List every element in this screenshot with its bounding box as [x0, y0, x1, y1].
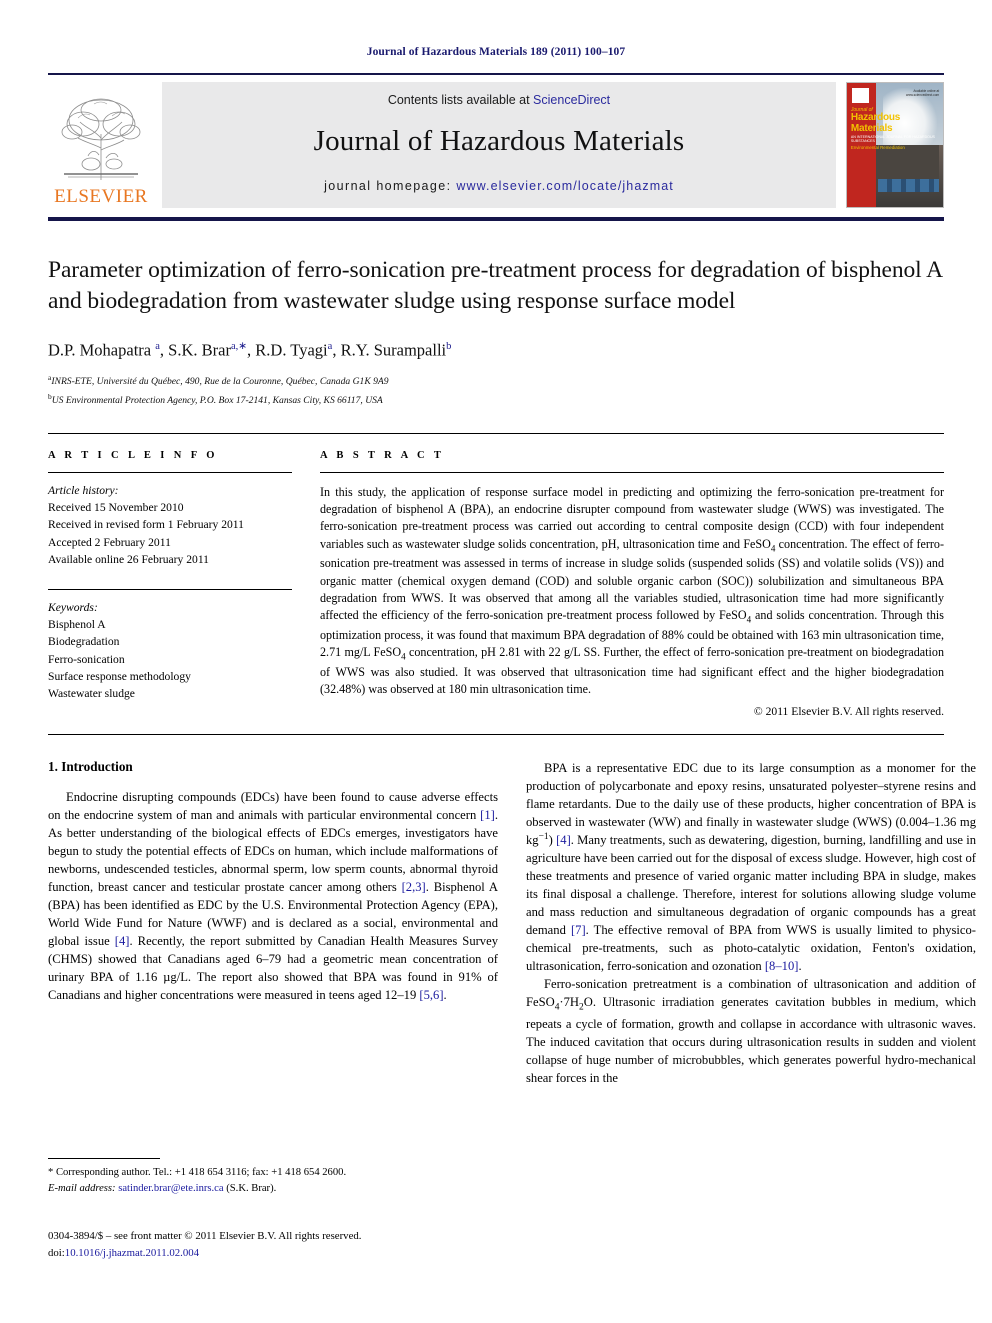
cover-corner-note: Available online at www.sciencedirect.co…: [906, 89, 940, 98]
cover-line-3: Materials: [850, 122, 893, 134]
keyword-item: Wastewater sludge: [48, 687, 135, 701]
abstract-column: A B S T R A C T In this study, the appli…: [320, 450, 944, 718]
journal-homepage-line: journal homepage: www.elsevier.com/locat…: [324, 179, 674, 193]
elsevier-logo: ELSEVIER: [48, 82, 154, 208]
journal-info-box: Contents lists available at ScienceDirec…: [162, 82, 836, 208]
footnote-rule: [48, 1158, 160, 1159]
history-item: Received in revised form 1 February 2011: [48, 518, 244, 532]
affiliation-item: aINRS-ETE, Université du Québec, 490, Ru…: [48, 372, 944, 390]
doi-link[interactable]: 10.1016/j.jhazmat.2011.02.004: [65, 1247, 199, 1259]
page-title: Parameter optimization of ferro-sonicati…: [48, 257, 942, 315]
keyword-item: Ferro-sonication: [48, 652, 125, 666]
article-history-block: Article history: Received 15 November 20…: [48, 482, 292, 569]
affiliation-item: bUS Environmental Protection Agency, P.O…: [48, 391, 944, 409]
body-column-left: 1. Introduction Endocrine disrupting com…: [48, 759, 498, 1087]
paper-page: Journal of Hazardous Materials 189 (2011…: [0, 0, 992, 1323]
intro-paragraph-right-1: BPA is a representative EDC due to its l…: [526, 760, 976, 973]
doi-line: doi:10.1016/j.jhazmat.2011.02.004: [48, 1245, 508, 1262]
running-head: Journal of Hazardous Materials 189 (2011…: [366, 46, 626, 58]
email-label: E-mail address:: [48, 1182, 116, 1194]
keyword-item: Surface response methodology: [48, 670, 191, 684]
keyword-item: Biodegradation: [48, 635, 120, 649]
cover-line-2: Hazardous: [850, 112, 901, 124]
contents-prefix: Contents lists available at: [387, 93, 534, 107]
history-item: Received 15 November 2010: [48, 500, 184, 514]
intro-paragraph-left-1: Endocrine disrupting compounds (EDCs) ha…: [48, 789, 499, 1002]
footnote-block: * Corresponding author. Tel.: +1 418 654…: [48, 1158, 498, 1197]
contents-available-line: Contents lists available at ScienceDirec…: [388, 93, 610, 107]
affiliation-list: aINRS-ETE, Université du Québec, 490, Ru…: [48, 372, 944, 408]
sciencedirect-link[interactable]: ScienceDirect: [533, 93, 610, 107]
journal-cover-thumbnail: Available online at www.sciencedirect.co…: [846, 82, 944, 208]
keywords-block: Keywords: Bisphenol A Biodegradation Fer…: [48, 599, 292, 703]
affiliation-text: INRS-ETE, Université du Québec, 490, Rue…: [51, 376, 389, 388]
doi-label: doi:: [48, 1246, 65, 1259]
homepage-url-link[interactable]: www.elsevier.com/locate/jhazmat: [456, 179, 674, 193]
info-abstract-bottom-rule: [48, 733, 944, 735]
keyword-item: Bisphenol A: [48, 617, 106, 631]
article-info-heading: A R T I C L E I N F O: [48, 449, 218, 461]
issn-doi-block: 0304-3894/$ – see front matter © 2011 El…: [48, 1228, 508, 1261]
body-columns: 1. Introduction Endocrine disrupting com…: [48, 759, 976, 1087]
title-block: Parameter optimization of ferro-sonicati…: [48, 255, 944, 409]
abstract-heading: A B S T R A C T: [320, 449, 445, 461]
elsevier-tree-icon: [61, 98, 141, 180]
keywords-label: Keywords:: [48, 600, 98, 614]
abstract-copyright: © 2011 Elsevier B.V. All rights reserved…: [753, 704, 944, 718]
info-abstract-top-rule: [48, 432, 944, 434]
article-history-label: Article history:: [48, 483, 119, 497]
author-list: D.P. Mohapatra a, S.K. Brara,∗, R.D. Tya…: [48, 340, 452, 360]
email-suffix: (S.K. Brar).: [226, 1182, 277, 1194]
article-info-rule: [48, 471, 292, 473]
masthead-bottom-rule: [48, 217, 944, 221]
section-heading-introduction: 1. Introduction: [48, 758, 133, 774]
keywords-rule: [48, 588, 292, 590]
journal-masthead: ELSEVIER Contents lists available at Sci…: [48, 73, 944, 221]
abstract-rule: [320, 471, 944, 473]
abstract-text: In this study, the application of respon…: [320, 484, 945, 697]
body-column-right: BPA is a representative EDC due to its l…: [526, 759, 976, 1087]
article-info-column: A R T I C L E I N F O Article history: R…: [48, 450, 292, 718]
cover-storage-tanks: [877, 178, 940, 193]
history-item: Accepted 2 February 2011: [48, 535, 171, 549]
cover-line-5: Environmental Remediation: [850, 144, 905, 150]
journal-title: Journal of Hazardous Materials: [313, 125, 685, 157]
elsevier-wordmark: ELSEVIER: [54, 186, 148, 207]
homepage-label: journal homepage:: [324, 179, 452, 193]
cover-title-group: Journal of Hazardous Materials AN INTERN…: [850, 107, 939, 150]
affiliation-text: US Environmental Protection Agency, P.O.…: [51, 394, 383, 406]
info-abstract-region: A R T I C L E I N F O Article history: R…: [48, 450, 944, 718]
email-note: E-mail address: satinder.brar@ete.inrs.c…: [48, 1181, 498, 1197]
cover-line-4: AN INTERNATIONAL JOURNAL FOR HAZARDOUS S…: [850, 135, 935, 143]
corresponding-author-note: * Corresponding author. Tel.: +1 418 654…: [48, 1167, 347, 1178]
cover-elsevier-mark-icon: [851, 87, 870, 103]
intro-paragraph-right-2: Ferro-sonication pretreatment is a combi…: [526, 976, 976, 1085]
issn-line: 0304-3894/$ – see front matter © 2011 El…: [48, 1230, 362, 1242]
email-link[interactable]: satinder.brar@ete.inrs.ca: [118, 1183, 223, 1194]
history-item: Available online 26 February 2011: [48, 553, 209, 567]
